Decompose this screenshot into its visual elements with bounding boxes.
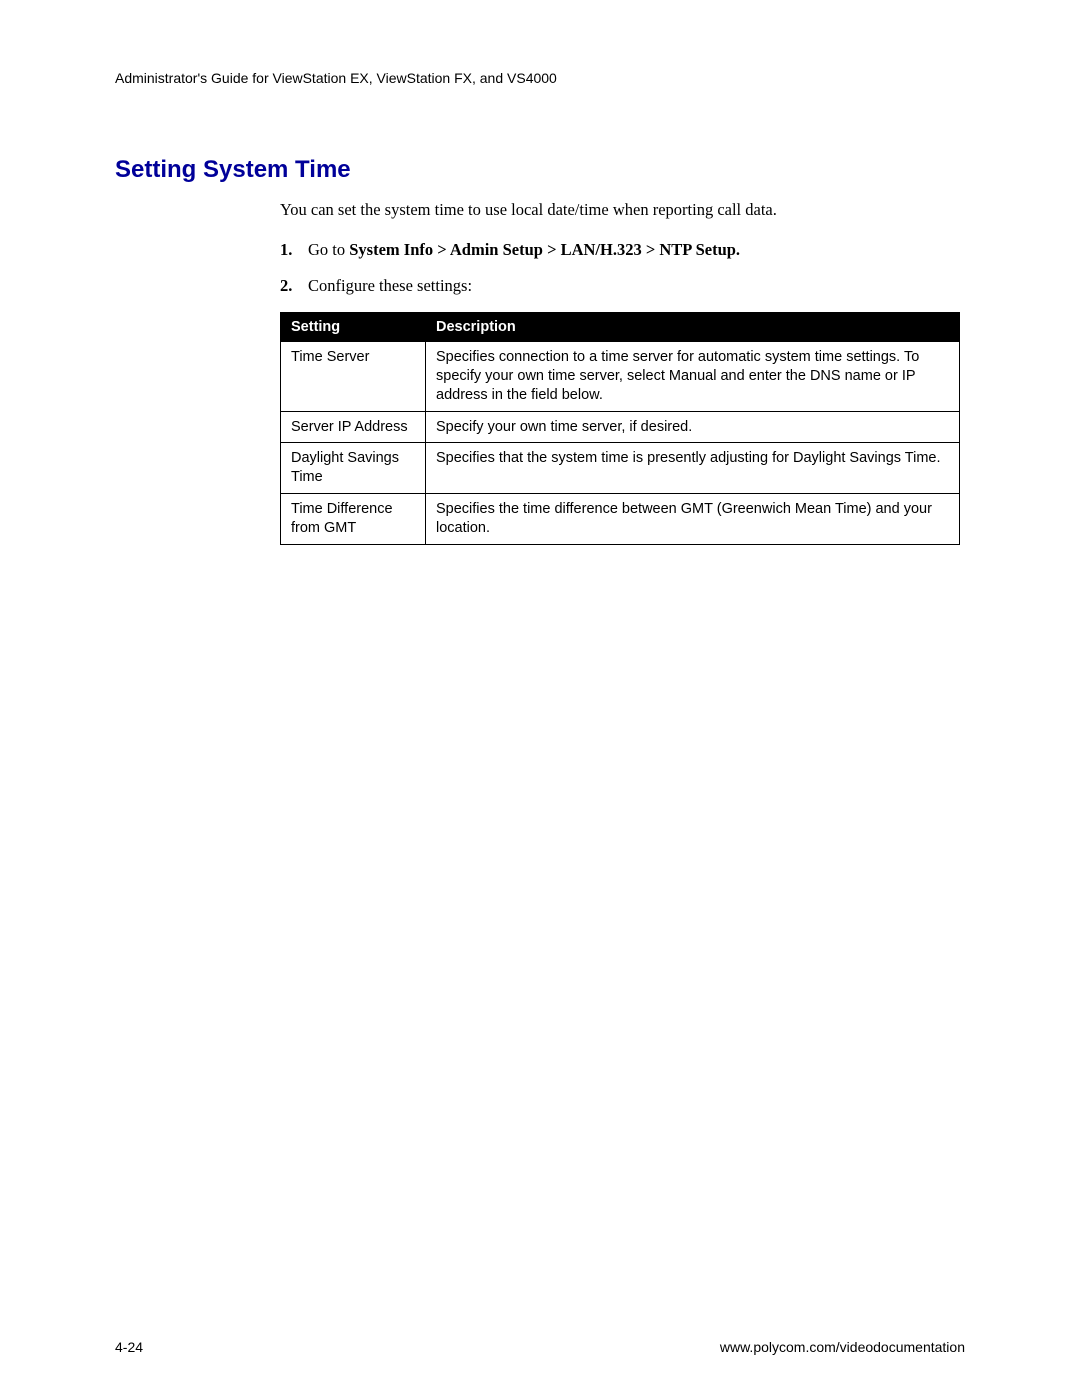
step-2-number: 2. — [280, 276, 308, 296]
table-header-description: Description — [426, 313, 960, 342]
cell-setting: Time Server — [281, 342, 426, 412]
table-header-setting: Setting — [281, 313, 426, 342]
settings-table: Setting Description Time Server Specifie… — [280, 312, 960, 545]
step-1-prefix: Go to — [308, 240, 349, 259]
footer-url: www.polycom.com/videodocumentation — [720, 1339, 965, 1355]
step-2-content: Configure these settings: — [308, 276, 965, 296]
step-1-number: 1. — [280, 240, 308, 260]
table-row: Daylight Savings Time Specifies that the… — [281, 443, 960, 494]
intro-paragraph: You can set the system time to use local… — [280, 200, 965, 220]
table-row: Time Server Specifies connection to a ti… — [281, 342, 960, 412]
section-heading: Setting System Time — [115, 156, 965, 184]
table-row: Server IP Address Specify your own time … — [281, 411, 960, 443]
step-1-content: Go to System Info > Admin Setup > LAN/H.… — [308, 240, 965, 260]
cell-description: Specifies the time difference between GM… — [426, 494, 960, 545]
step-1: 1. Go to System Info > Admin Setup > LAN… — [280, 240, 965, 260]
step-2: 2. Configure these settings: — [280, 276, 965, 296]
cell-setting: Daylight Savings Time — [281, 443, 426, 494]
page-header: Administrator's Guide for ViewStation EX… — [115, 70, 965, 86]
cell-description: Specifies connection to a time server fo… — [426, 342, 960, 412]
page-number: 4-24 — [115, 1339, 143, 1355]
cell-setting: Server IP Address — [281, 411, 426, 443]
cell-description: Specifies that the system time is presen… — [426, 443, 960, 494]
table-row: Time Difference from GMT Specifies the t… — [281, 494, 960, 545]
cell-description: Specify your own time server, if desired… — [426, 411, 960, 443]
cell-setting: Time Difference from GMT — [281, 494, 426, 545]
step-1-path: System Info > Admin Setup > LAN/H.323 > … — [349, 240, 740, 259]
